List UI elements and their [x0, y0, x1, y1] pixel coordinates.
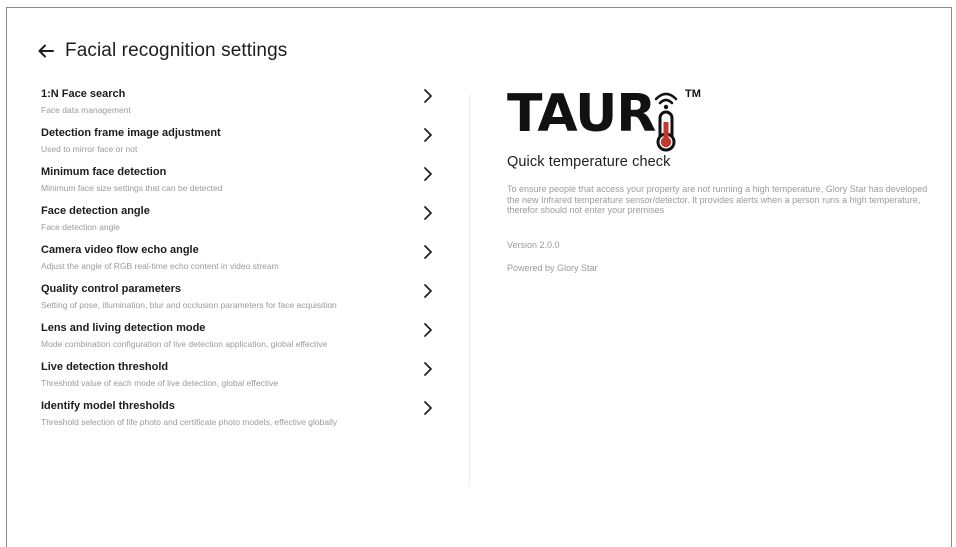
setting-subtitle: Setting of pose, illumination, blur and … [41, 300, 337, 310]
app-window: Facial recognition settings 1:N Face sea… [6, 7, 952, 547]
brand-description: To ensure people that access your proper… [507, 184, 928, 215]
powered-by-text: Powered by Glory Star [507, 262, 598, 273]
setting-item-model-thresholds[interactable]: Identify model thresholds Threshold sele… [41, 396, 441, 435]
settings-list: 1:N Face search Face data management Det… [41, 84, 441, 435]
back-button[interactable] [35, 40, 57, 62]
trademark-symbol: TM [685, 88, 701, 100]
setting-subtitle: Threshold selection of life photo and ce… [41, 417, 338, 427]
chevron-right-icon [424, 167, 432, 181]
chevron-right-icon [424, 284, 432, 298]
setting-title: Quality control parameters [41, 283, 181, 295]
setting-title: Minimum face detection [41, 166, 167, 178]
setting-title: Face detection angle [41, 205, 150, 217]
page-title: Facial recognition settings [65, 40, 288, 61]
setting-item-minimum-face[interactable]: Minimum face detection Minimum face size… [41, 162, 441, 201]
chevron-right-icon [424, 206, 432, 220]
setting-subtitle: Face data management [41, 105, 131, 115]
chevron-right-icon [424, 323, 432, 337]
setting-title: Camera video flow echo angle [41, 244, 199, 256]
setting-title: Live detection threshold [41, 361, 169, 373]
page-header: Facial recognition settings [35, 34, 287, 68]
setting-title: Detection frame image adjustment [41, 127, 221, 139]
vertical-divider [469, 94, 470, 486]
setting-subtitle: Minimum face size settings that can be d… [41, 183, 223, 193]
setting-item-detection-frame[interactable]: Detection frame image adjustment Used to… [41, 123, 441, 162]
version-text: Version 2.0.0 [507, 239, 560, 250]
setting-item-live-threshold[interactable]: Live detection threshold Threshold value… [41, 357, 441, 396]
chevron-right-icon [424, 401, 432, 415]
setting-subtitle: Adjust the angle of RGB real-time echo c… [41, 261, 279, 271]
setting-item-face-search[interactable]: 1:N Face search Face data management [41, 84, 441, 123]
setting-subtitle: Threshold value of each mode of live det… [41, 378, 279, 388]
logo-wordmark: TAUR [507, 84, 656, 144]
setting-item-living-detection-mode[interactable]: Lens and living detection mode Mode comb… [41, 318, 441, 357]
setting-subtitle: Mode combination configuration of live d… [41, 339, 328, 349]
setting-title: 1:N Face search [41, 88, 126, 100]
setting-title: Identify model thresholds [41, 400, 175, 412]
thermometer-wifi-icon [654, 92, 678, 152]
chevron-right-icon [424, 362, 432, 376]
chevron-right-icon [424, 128, 432, 142]
chevron-right-icon [424, 245, 432, 259]
brand-panel: TAUR TM Quick temperature check To ensur… [507, 84, 937, 273]
setting-item-face-angle[interactable]: Face detection angle Face detection angl… [41, 201, 441, 240]
setting-subtitle: Face detection angle [41, 222, 120, 232]
setting-item-quality-control[interactable]: Quality control parameters Setting of po… [41, 279, 441, 318]
setting-title: Lens and living detection mode [41, 322, 206, 334]
setting-subtitle: Used to mirror face or not [41, 144, 138, 154]
arrow-left-icon [38, 44, 54, 58]
chevron-right-icon [424, 89, 432, 103]
setting-item-echo-angle[interactable]: Camera video flow echo angle Adjust the … [41, 240, 441, 279]
tauri-logo: TAUR TM [507, 84, 937, 158]
